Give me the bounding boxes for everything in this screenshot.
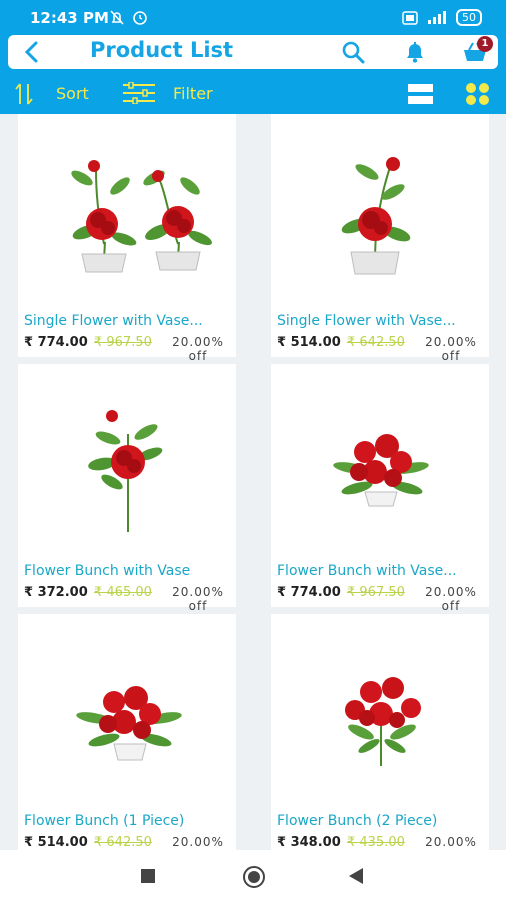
bell-icon[interactable]	[402, 39, 428, 65]
status-time: 12:43 PM	[30, 9, 109, 27]
sort-button[interactable]: Sort	[56, 84, 89, 103]
discount-percent: 20.00%	[425, 585, 477, 599]
product-image	[345, 677, 421, 766]
discount-percent: 20.00%	[425, 835, 477, 849]
sort-arrows-icon[interactable]	[14, 81, 34, 107]
notification-icons	[110, 10, 154, 30]
product-card[interactable]: Flower Bunch (1 Piece) ₹ 514.00 ₹ 642.50…	[18, 614, 236, 850]
product-card[interactable]: Single Flower with Vase... ₹ 774.00 ₹ 96…	[18, 114, 236, 363]
product-price: ₹ 514.00	[24, 835, 88, 850]
discount-percent: 20.00%	[172, 835, 224, 849]
signal-icon	[428, 10, 446, 24]
product-name: Flower Bunch with Vase...	[277, 563, 457, 579]
system-nav-bar	[0, 850, 506, 900]
product-price: ₹ 514.00	[277, 335, 341, 350]
status-bar: 12:43 PM 50	[0, 0, 506, 36]
discount-percent: 20.00%	[172, 585, 224, 599]
product-mrp: ₹ 435.00	[347, 835, 405, 850]
status-right: 50	[402, 9, 482, 26]
product-price: ₹ 372.00	[24, 585, 88, 600]
product-price: ₹ 774.00	[24, 335, 88, 350]
product-card[interactable]: Flower Bunch (2 Piece) ₹ 348.00 ₹ 435.00…	[271, 614, 489, 850]
product-price: ₹ 774.00	[277, 585, 341, 600]
cart-button[interactable]: 1	[458, 35, 498, 69]
product-mrp: ₹ 465.00	[94, 585, 152, 600]
battery-indicator: 50	[456, 9, 482, 26]
sort-filter-toolbar: Sort Filter	[0, 72, 506, 114]
product-image	[333, 434, 429, 507]
product-mrp: ₹ 642.50	[347, 335, 405, 350]
discount-percent: 20.00%	[172, 335, 224, 349]
product-grid: Single Flower with Vase... ₹ 774.00 ₹ 96…	[18, 114, 490, 850]
discount-label: 20.00% off	[421, 585, 481, 613]
discount-off-text: off	[441, 349, 461, 363]
page-title: Product List	[90, 38, 234, 62]
discount-off-text: off	[441, 599, 461, 613]
recents-button-icon[interactable]	[141, 869, 155, 883]
product-image	[76, 686, 182, 761]
product-name: Flower Bunch (2 Piece)	[277, 813, 438, 829]
grid-view-icon[interactable]	[465, 82, 491, 106]
product-image	[71, 160, 212, 273]
discount-label: 20.00% off	[168, 835, 228, 850]
product-price: ₹ 348.00	[277, 835, 341, 850]
back-button-icon[interactable]	[348, 867, 364, 885]
back-arrow-icon[interactable]	[18, 38, 46, 66]
discount-percent: 20.00%	[425, 335, 477, 349]
product-mrp: ₹ 967.50	[347, 585, 405, 600]
discount-label: 20.00% off	[421, 835, 481, 850]
list-view-icon[interactable]	[408, 83, 433, 105]
product-name: Single Flower with Vase...	[277, 313, 456, 329]
product-card[interactable]: Flower Bunch with Vase... ₹ 774.00 ₹ 967…	[271, 364, 489, 613]
app-bar: Product List 1	[8, 35, 498, 69]
product-card[interactable]: Single Flower with Vase... ₹ 514.00 ₹ 64…	[271, 114, 489, 363]
discount-label: 20.00% off	[168, 585, 228, 613]
home-button-icon[interactable]	[242, 865, 266, 889]
discount-label: 20.00% off	[168, 335, 228, 363]
cart-count-badge: 1	[477, 36, 493, 52]
sim-icon	[402, 10, 418, 25]
header-area: 12:43 PM 50 Product List 1 Sort Filter	[0, 0, 506, 114]
product-card[interactable]: Flower Bunch with Vase ₹ 372.00 ₹ 465.00…	[18, 364, 236, 613]
product-name: Flower Bunch (1 Piece)	[24, 813, 185, 829]
discount-label: 20.00% off	[421, 335, 481, 363]
product-mrp: ₹ 642.50	[94, 835, 152, 850]
search-icon[interactable]	[340, 39, 366, 65]
product-name: Flower Bunch with Vase	[24, 563, 191, 579]
product-image	[341, 157, 411, 275]
product-mrp: ₹ 967.50	[94, 335, 152, 350]
filter-sliders-icon[interactable]	[122, 82, 156, 104]
product-image	[88, 410, 163, 532]
discount-off-text: off	[188, 349, 208, 363]
discount-off-text: off	[188, 599, 208, 613]
product-name: Single Flower with Vase...	[24, 313, 203, 329]
filter-button[interactable]: Filter	[173, 84, 213, 103]
mute-alarm-icon	[110, 10, 147, 25]
